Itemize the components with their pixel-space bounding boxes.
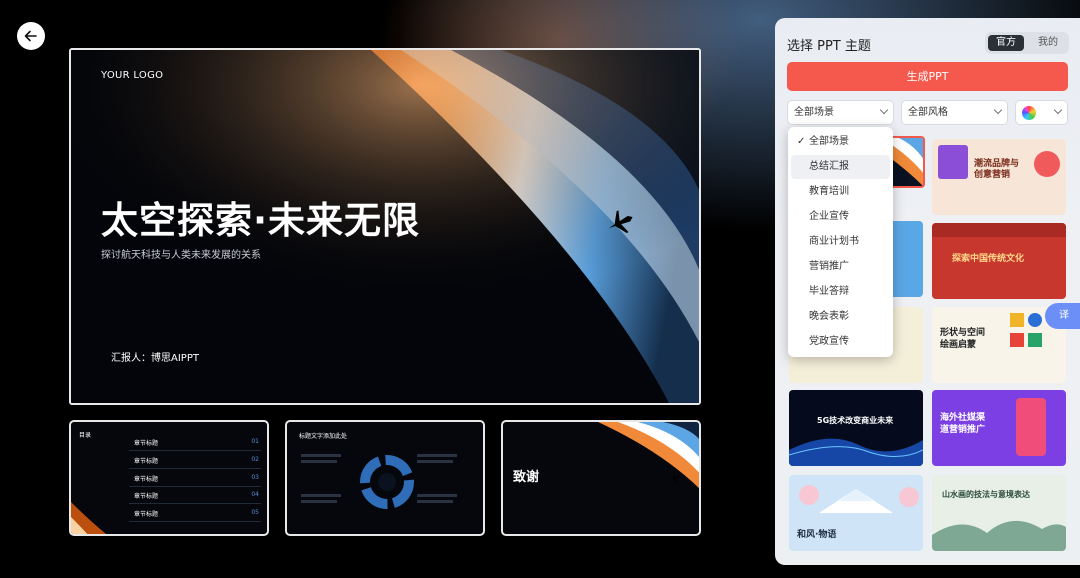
template-thumbnail-image	[789, 438, 923, 466]
thanks-title: 致谢	[513, 470, 540, 485]
toc-row-number: 05	[251, 509, 259, 516]
toc-row-number: 02	[251, 456, 259, 463]
dropdown-item-label: 毕业答辩	[809, 286, 849, 297]
dropdown-item-all[interactable]: ✓ 全部场景	[791, 130, 890, 154]
template-decoration	[1028, 313, 1042, 327]
panel-title: 选择 PPT 主题	[787, 39, 871, 54]
cycle-diagram-icon	[301, 454, 457, 509]
template-decoration	[1016, 398, 1046, 456]
template-card-culture[interactable]: 探索中国传统文化	[932, 223, 1066, 299]
logo-text: YOUR LOGO	[101, 70, 164, 81]
tab-mine[interactable]: 我的	[1030, 35, 1066, 51]
dropdown-item-label: 商业计划书	[809, 236, 859, 247]
chevron-down-icon	[993, 105, 1003, 115]
toc-row-number: 01	[251, 438, 259, 445]
dropdown-item-education[interactable]: 教育培训	[791, 180, 890, 204]
dropdown-item-label: 全部场景	[809, 136, 849, 147]
dropdown-item-gala[interactable]: 晚会表彰	[791, 305, 890, 329]
dropdown-item-label: 总结汇报	[809, 161, 849, 172]
dropdown-item-label: 晚会表彰	[809, 311, 849, 322]
template-decoration	[938, 145, 968, 179]
translate-side-tab[interactable]: 译	[1045, 303, 1080, 329]
style-filter-select[interactable]: 全部风格	[901, 100, 1008, 125]
toc-row-label: 章节标题	[134, 511, 159, 518]
scene-filter-select[interactable]: 全部场景	[787, 100, 894, 125]
template-card-title: 潮流品牌与 创意营销	[974, 159, 1020, 180]
toc-row-label: 章节标题	[134, 476, 159, 483]
toc-row-number: 04	[251, 491, 259, 498]
slide-reporter: 汇报人：博思AIPPT	[111, 353, 199, 364]
template-card-landscape[interactable]: 山水画的技法与意境表达	[932, 475, 1066, 551]
chevron-down-icon	[879, 105, 889, 115]
template-card-title: 探索中国传统文化	[952, 254, 1025, 264]
toc-row-label: 章节标题	[134, 493, 159, 500]
template-card-brand[interactable]: 潮流品牌与 创意营销	[932, 139, 1066, 215]
toc-row: 章节标题 02	[129, 452, 261, 469]
thumbnail-toc[interactable]: 目录 章节标题 01 章节标题 02 章节标题 03 章节标题 04 章节标题 …	[69, 420, 269, 536]
arrow-left-icon	[24, 30, 37, 42]
toc-row-label: 章节标题	[134, 458, 159, 465]
template-card-5g[interactable]: 5G技术改变商业未来	[789, 390, 923, 466]
template-thumbnail-image	[932, 520, 1066, 551]
slide-subtitle: 探讨航天科技与人类未来发展的关系	[101, 250, 261, 261]
back-button[interactable]	[17, 22, 45, 50]
dropdown-item-party[interactable]: 党政宣传	[791, 330, 890, 354]
chevron-down-icon	[1053, 105, 1063, 115]
toc-title: 目录	[79, 432, 92, 439]
template-decoration	[1028, 333, 1042, 347]
dropdown-item-summary[interactable]: 总结汇报	[791, 155, 890, 179]
dropdown-item-label: 营销推广	[809, 261, 849, 272]
main-slide-preview: YOUR LOGO 太空探索·未来无限 探讨航天科技与人类未来发展的关系 汇报人…	[69, 48, 701, 405]
template-card-title: 形状与空间 绘画启蒙	[940, 328, 986, 350]
toc-row-number: 03	[251, 474, 259, 481]
thumbnail-thanks[interactable]: 致谢	[501, 420, 701, 536]
check-icon: ✓	[797, 136, 806, 147]
source-toggle: 官方 我的	[985, 32, 1069, 54]
template-card-title: 和风·物语	[797, 530, 837, 540]
toc-row: 章节标题 04	[129, 487, 261, 504]
template-decoration	[1010, 333, 1024, 347]
scene-filter-value: 全部场景	[794, 107, 834, 118]
dropdown-item-business-plan[interactable]: 商业计划书	[791, 230, 890, 254]
template-decoration	[1010, 313, 1024, 327]
template-card-title: 山水画的技法与意境表达	[942, 490, 1030, 499]
template-card-social[interactable]: 海外社媒渠 道营销推广	[932, 390, 1066, 466]
dropdown-item-graduation[interactable]: 毕业答辩	[791, 280, 890, 304]
thumbnail-content[interactable]: 标题文字添加此处	[285, 420, 485, 536]
color-wheel-icon	[1022, 106, 1036, 120]
dropdown-item-label: 企业宣传	[809, 211, 849, 222]
template-card-title: 5G技术改变商业未来	[817, 416, 894, 425]
template-card-wafu[interactable]: 和风·物语	[789, 475, 923, 551]
color-filter-select[interactable]	[1015, 100, 1068, 125]
dropdown-item-corporate[interactable]: 企业宣传	[791, 205, 890, 229]
style-filter-value: 全部风格	[908, 107, 948, 118]
generate-ppt-button[interactable]: 生成PPT	[787, 62, 1068, 91]
dropdown-item-label: 教育培训	[809, 186, 849, 197]
dropdown-item-label: 党政宣传	[809, 336, 849, 347]
toc-row: 章节标题 01	[129, 434, 261, 451]
template-decoration	[1034, 151, 1060, 177]
toc-row: 章节标题 05	[129, 505, 261, 522]
scene-dropdown-menu: ✓ 全部场景 总结汇报 教育培训 企业宣传 商业计划书 营销推广 毕业答辩 晚会…	[788, 127, 893, 357]
toc-row-label: 章节标题	[134, 440, 159, 447]
slide-title: 太空探索·未来无限	[101, 199, 421, 242]
tab-official[interactable]: 官方	[988, 35, 1024, 51]
dropdown-item-marketing[interactable]: 营销推广	[791, 255, 890, 279]
toc-row: 章节标题 03	[129, 470, 261, 487]
template-decoration	[932, 223, 1066, 237]
template-card-title: 海外社媒渠 道营销推广	[940, 413, 986, 435]
